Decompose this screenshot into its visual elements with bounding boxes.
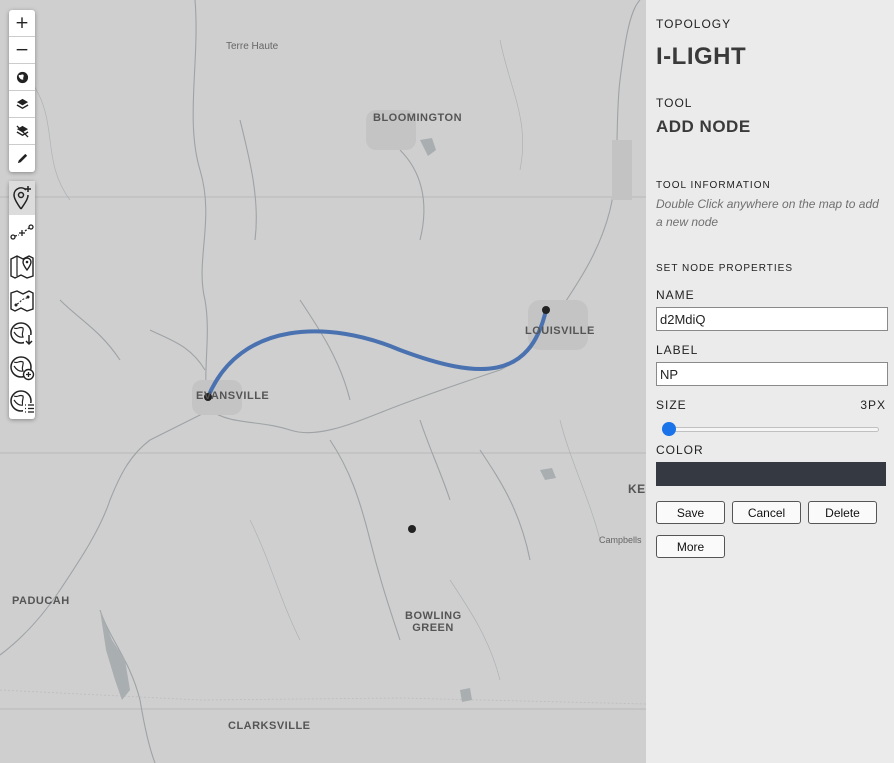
size-slider-track[interactable] bbox=[662, 427, 879, 432]
tool-value: ADD NODE bbox=[656, 117, 751, 136]
add-link-tool-button[interactable] bbox=[9, 215, 35, 249]
globe-download-tool-button[interactable] bbox=[9, 317, 35, 351]
layers-button[interactable] bbox=[9, 91, 35, 118]
zoom-out-label: − bbox=[14, 40, 30, 60]
globe-add-tool-button[interactable] bbox=[9, 351, 35, 385]
layers-icon bbox=[16, 98, 28, 109]
size-field-label: SIZE bbox=[656, 398, 687, 412]
map-route-tool-button[interactable] bbox=[9, 283, 35, 317]
city-bloomington: BLOOMINGTON bbox=[373, 112, 463, 124]
label-input[interactable] bbox=[656, 362, 888, 386]
city-bowling-green-line1: BOWLING bbox=[405, 610, 462, 622]
map-controls-toolbar: + − bbox=[9, 10, 35, 172]
map-basemap bbox=[0, 0, 646, 763]
zoom-in-button[interactable]: + bbox=[9, 10, 35, 37]
city-paducah: PADUCAH bbox=[12, 595, 70, 607]
tool-label: TOOL bbox=[656, 96, 693, 110]
tool-info-label: TOOL INFORMATION bbox=[656, 180, 771, 191]
map-route-icon bbox=[10, 290, 34, 312]
node-new bbox=[408, 525, 416, 533]
add-node-tool-button[interactable] bbox=[9, 181, 35, 215]
map-pin-tool-button[interactable] bbox=[9, 249, 35, 283]
map-canvas[interactable]: Terre Haute BLOOMINGTON LOUISVILLE EVANS… bbox=[0, 0, 646, 763]
add-node-icon bbox=[13, 186, 31, 210]
city-bowling-green: BOWLING GREEN bbox=[405, 610, 461, 634]
city-evansville: EVANSVILLE bbox=[196, 390, 270, 402]
topology-value: I-LIGHT bbox=[656, 43, 747, 70]
city-clarksville: CLARKSVILLE bbox=[228, 720, 311, 732]
globe-download-icon bbox=[10, 322, 34, 346]
set-props-label: SET NODE PROPERTIES bbox=[656, 263, 793, 274]
city-campbellsville: Campbells bbox=[599, 535, 642, 545]
topology-label: TOPOLOGY bbox=[656, 17, 732, 31]
map-pin-icon bbox=[10, 255, 34, 279]
size-value: 3PX bbox=[860, 398, 886, 412]
zoom-out-button[interactable]: − bbox=[9, 37, 35, 64]
properties-panel: TOPOLOGY I-LIGHT TOOL ADD NODE TOOL INFO… bbox=[646, 0, 894, 763]
pencil-icon bbox=[17, 153, 27, 164]
label-field-label: LABEL bbox=[656, 343, 699, 357]
city-ke: KE bbox=[628, 482, 646, 496]
city-terre-haute: Terre Haute bbox=[226, 41, 279, 52]
zoom-in-label: + bbox=[14, 13, 30, 33]
save-button[interactable]: Save bbox=[656, 501, 725, 524]
name-field-label: NAME bbox=[656, 288, 695, 302]
name-input[interactable] bbox=[656, 307, 888, 331]
add-link-icon bbox=[10, 224, 34, 240]
tool-info-text: Double Click anywhere on the map to add … bbox=[656, 197, 879, 229]
globe-list-tool-button[interactable] bbox=[9, 385, 35, 419]
color-field-label: COLOR bbox=[656, 443, 704, 457]
cancel-button[interactable]: Cancel bbox=[732, 501, 801, 524]
layers-off-icon bbox=[15, 124, 29, 138]
globe-add-icon bbox=[10, 356, 35, 381]
globe-button[interactable] bbox=[9, 64, 35, 91]
globe-list-icon bbox=[10, 390, 35, 415]
layers-toggle-button[interactable] bbox=[9, 118, 35, 145]
node-louisville bbox=[542, 306, 550, 314]
color-picker[interactable] bbox=[656, 462, 886, 486]
delete-button[interactable]: Delete bbox=[808, 501, 877, 524]
edit-tools-toolbar bbox=[9, 181, 35, 419]
size-slider-thumb[interactable] bbox=[661, 422, 676, 436]
more-button[interactable]: More bbox=[656, 535, 725, 558]
city-bowling-green-line2: GREEN bbox=[412, 622, 454, 634]
city-louisville: LOUISVILLE bbox=[525, 325, 595, 337]
globe-icon bbox=[16, 71, 28, 83]
edit-button[interactable] bbox=[9, 145, 35, 172]
topology-link bbox=[206, 308, 548, 399]
